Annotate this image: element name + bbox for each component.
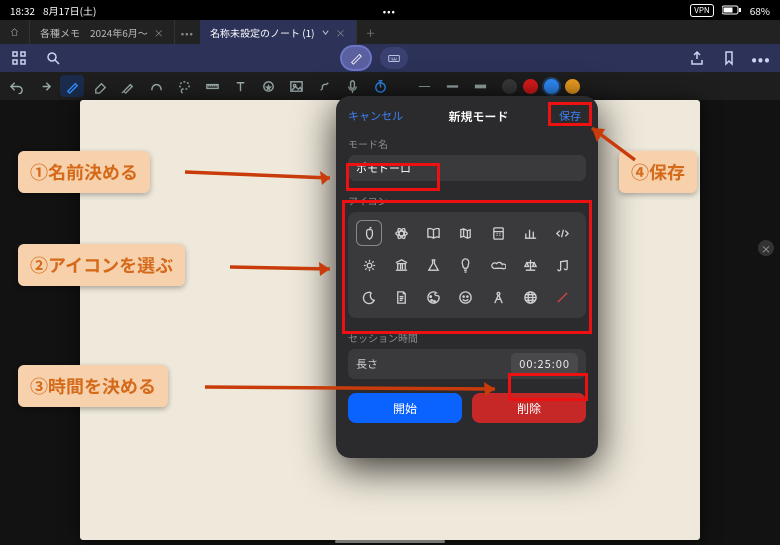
cancel-button[interactable]: キャンセル	[348, 108, 403, 124]
battery-pct: 68%	[750, 3, 770, 18]
stroke-thin[interactable]	[412, 75, 436, 97]
new-tab-button[interactable]: ＋	[357, 20, 385, 44]
cloud-icon[interactable]	[485, 252, 511, 278]
start-button[interactable]: 開始	[348, 393, 462, 423]
mode-name-label: モード名	[348, 136, 586, 151]
bookmark-icon[interactable]	[716, 47, 742, 69]
session-label: セッション時間	[348, 330, 586, 345]
mode-name-input[interactable]	[348, 155, 586, 181]
tab-label: 各種メモ 2024年6月〜	[40, 25, 148, 40]
book-icon[interactable]	[421, 220, 447, 246]
vpn-badge: VPN	[690, 4, 713, 17]
undo-icon[interactable]	[4, 75, 28, 97]
moon-icon[interactable]	[356, 284, 382, 310]
smile-icon[interactable]	[453, 284, 479, 310]
ipad-status-bar: 18:32 8月17日(土) ••• VPN 68%	[0, 0, 780, 20]
length-value-button[interactable]: 00:25:00	[511, 353, 578, 375]
more-icon[interactable]: •••	[748, 47, 774, 69]
gear-icon[interactable]	[356, 252, 382, 278]
swatch-blue[interactable]	[544, 79, 559, 94]
keyboard-mode-button[interactable]	[380, 47, 408, 69]
icon-picker-grid	[348, 212, 586, 318]
lightbulb-icon[interactable]	[453, 252, 479, 278]
text-tool[interactable]	[228, 75, 252, 97]
lasso-tool[interactable]	[172, 75, 196, 97]
length-label: 長さ	[356, 356, 378, 372]
palette-icon[interactable]	[421, 284, 447, 310]
swatch-black[interactable]	[502, 79, 517, 94]
home-tab[interactable]	[0, 20, 30, 44]
session-length-row: 長さ 00:25:00	[348, 349, 586, 379]
stamp-tool[interactable]	[256, 75, 280, 97]
map-icon[interactable]	[453, 220, 479, 246]
flask-icon[interactable]	[421, 252, 447, 278]
slash-icon[interactable]	[550, 284, 576, 310]
scale-icon[interactable]	[517, 252, 543, 278]
grid-icon[interactable]	[6, 47, 32, 69]
battery-icon	[722, 3, 742, 18]
chevron-down-icon	[321, 28, 330, 37]
document-tabs: 各種メモ 2024年6月〜 × ••• 名称未設定のノート (1) × ＋	[0, 20, 780, 44]
code-icon[interactable]	[550, 220, 576, 246]
pen-tool[interactable]	[60, 75, 84, 97]
swatch-orange[interactable]	[565, 79, 580, 94]
status-date: 8月17日(土)	[43, 3, 96, 18]
eraser-tool[interactable]	[88, 75, 112, 97]
doc-icon[interactable]	[388, 284, 414, 310]
tab-memo[interactable]: 各種メモ 2024年6月〜 ×	[30, 20, 175, 44]
new-mode-modal: キャンセル 新規モード 保存 モード名 アイコン セッション時間 長さ 00:2…	[336, 96, 598, 458]
image-tool[interactable]	[284, 75, 308, 97]
shape-tool[interactable]	[144, 75, 168, 97]
stroke-thick[interactable]	[468, 75, 492, 97]
redo-icon[interactable]	[32, 75, 56, 97]
link-tool[interactable]	[312, 75, 336, 97]
multitask-dots-icon[interactable]: •••	[383, 3, 396, 18]
stopwatch-tool[interactable]	[368, 75, 392, 97]
ruler-tool[interactable]	[200, 75, 224, 97]
home-indicator	[335, 540, 445, 543]
mic-tool[interactable]	[340, 75, 364, 97]
close-icon[interactable]: ×	[336, 25, 346, 40]
home-icon	[10, 26, 19, 38]
swatch-red[interactable]	[523, 79, 538, 94]
compass-icon[interactable]	[485, 284, 511, 310]
highlighter-tool[interactable]	[116, 75, 140, 97]
calc-icon[interactable]	[485, 220, 511, 246]
export-icon[interactable]	[684, 47, 710, 69]
music-icon[interactable]	[550, 252, 576, 278]
app-topbar: •••	[0, 44, 780, 72]
modal-title: 新規モード	[448, 108, 508, 125]
close-icon[interactable]: ×	[154, 25, 164, 40]
save-button[interactable]: 保存	[554, 106, 586, 126]
delete-button[interactable]: 削除	[472, 393, 586, 423]
bar-chart-icon[interactable]	[517, 220, 543, 246]
draw-mode-button[interactable]	[342, 47, 370, 69]
tab-label: 名称未設定のノート (1)	[210, 25, 315, 40]
icon-label: アイコン	[348, 193, 586, 208]
stroke-med[interactable]	[440, 75, 464, 97]
pillars-icon[interactable]	[388, 252, 414, 278]
atom-icon[interactable]	[388, 220, 414, 246]
search-icon[interactable]	[40, 47, 66, 69]
status-time: 18:32	[10, 3, 35, 18]
close-panel-icon[interactable]: ×	[758, 240, 774, 256]
globe-icon[interactable]	[517, 284, 543, 310]
tab-untitled-note[interactable]: 名称未設定のノート (1) ×	[200, 20, 357, 44]
apple-icon[interactable]	[356, 220, 382, 246]
color-swatches	[502, 79, 580, 94]
tab-overflow-icon[interactable]: •••	[175, 25, 200, 40]
